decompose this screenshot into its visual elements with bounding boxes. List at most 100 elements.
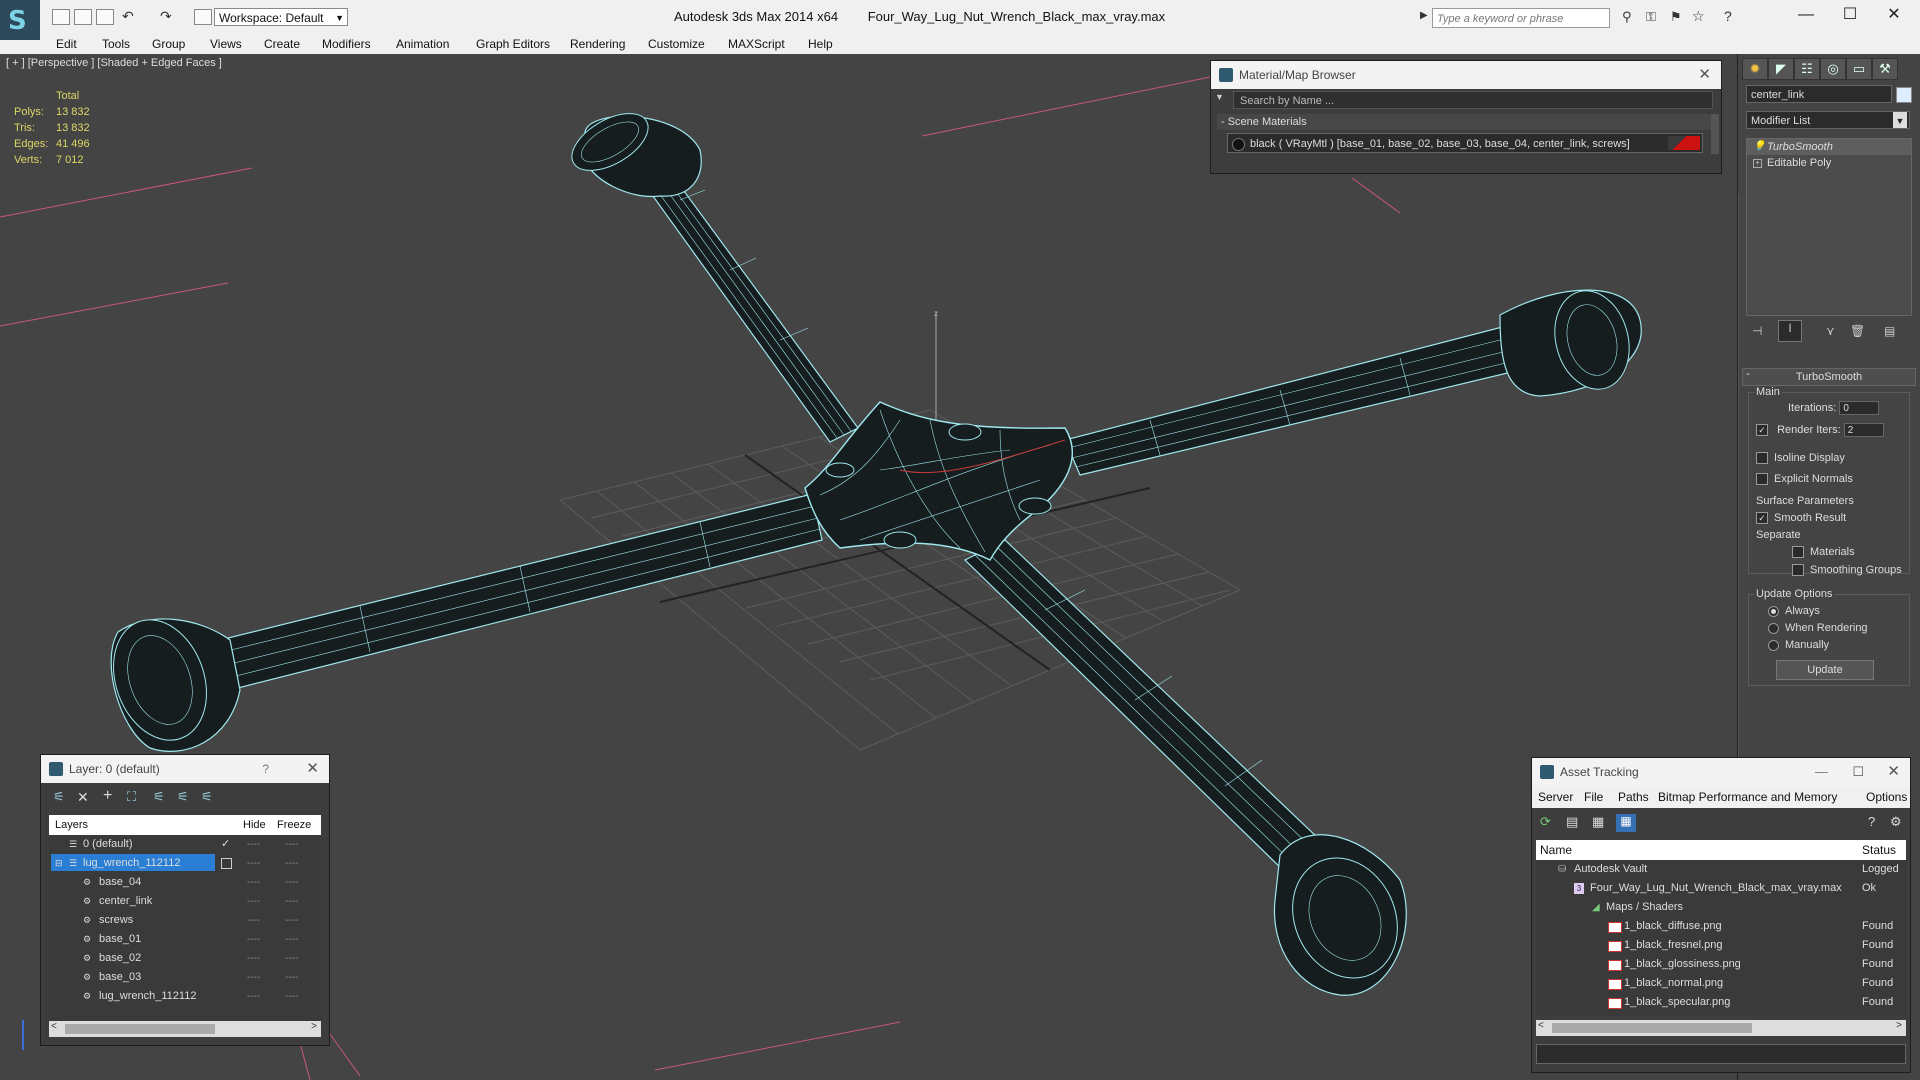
asset-menu-options[interactable]: Options [1866,786,1907,808]
modify-tab-icon[interactable]: ◤ [1768,58,1794,80]
binoculars-icon[interactable]: ⚲ [1622,9,1632,25]
communication-icon[interactable]: ⚑ [1670,9,1682,25]
minimize-icon[interactable]: — [1815,758,1828,786]
maximize-icon[interactable]: ☐ [1852,758,1864,786]
freeze-toggle[interactable]: ---- [285,892,298,911]
undo-icon[interactable]: ↶ [122,8,134,25]
col-freeze[interactable]: Freeze [277,815,311,835]
menu-graph-editors[interactable]: Graph Editors [476,37,550,51]
asset-menu-file[interactable]: File [1584,786,1603,808]
freeze-toggle[interactable]: ---- [285,968,298,987]
asset-row[interactable]: 1_black_diffuse.png Found [1536,917,1906,936]
save-file-icon[interactable] [96,9,114,25]
asset-tracking-titlebar[interactable]: Asset Tracking — ☐ ✕ [1532,758,1910,786]
app-logo[interactable]: S [0,0,40,40]
scene-materials-header[interactable]: - Scene Materials [1217,114,1712,130]
object-name-field[interactable]: center_link [1746,85,1892,103]
asset-menu-bitmap[interactable]: Bitmap Performance and Memory [1658,786,1837,808]
hide-toggle[interactable]: ---- [247,854,260,873]
col-layers[interactable]: Layers [55,815,88,835]
refresh-icon[interactable]: ⟳ [1540,814,1551,830]
freeze-toggle[interactable]: ---- [285,835,298,854]
modifier-list-dropdown[interactable]: Modifier List ▼ [1746,111,1910,129]
menu-maxscript[interactable]: MAXScript [728,37,785,51]
menu-tools[interactable]: Tools [102,37,130,51]
render-iters-spinner[interactable]: 2 [1843,423,1884,437]
close-icon[interactable]: ✕ [1887,758,1900,786]
explicit-normals-checkbox[interactable] [1756,473,1768,486]
hide-toggle[interactable]: ---- [247,930,260,949]
motion-tab-icon[interactable]: ◎ [1820,58,1846,80]
browser-scrollbar[interactable] [1711,114,1719,154]
close-button[interactable]: ✕ [1874,4,1914,28]
asset-menu-server[interactable]: Server [1538,786,1573,808]
asset-row[interactable]: ⛁ Autodesk Vault Logged [1536,860,1906,879]
object-color-swatch[interactable] [1896,87,1912,103]
hide-toggle[interactable]: ---- [247,949,260,968]
menu-modifiers[interactable]: Modifiers [322,37,371,51]
active-layer-check-icon[interactable]: ✓ [221,835,230,854]
make-unique-icon[interactable]: ⋎ [1826,324,1835,338]
hide-toggle[interactable]: ---- [247,911,260,930]
select-objects-icon[interactable]: ⛶ [127,789,136,805]
collapse-minus-icon[interactable]: ⊟ [55,854,63,873]
menu-help[interactable]: Help [808,37,833,51]
search-arrow-icon[interactable]: ▶ [1420,10,1428,21]
asset-row[interactable]: 1_black_specular.png Found [1536,993,1906,1012]
layer-row[interactable]: ⚙ base_03 ---- ---- [49,968,317,987]
smooth-result-checkbox[interactable]: ✓ [1756,512,1768,525]
render-iters-checkbox[interactable]: ✓ [1756,424,1768,436]
redo-icon[interactable]: ↷ [160,8,172,25]
help-icon[interactable]: ? [262,755,269,783]
create-tab-icon[interactable]: ✹ [1742,58,1768,80]
layer-horizontal-scrollbar[interactable]: < > [49,1021,321,1037]
asset-menu-paths[interactable]: Paths [1618,786,1649,808]
hide-toggle[interactable]: ---- [247,968,260,987]
material-entry[interactable]: black ( VRayMtl ) [base_01, base_02, bas… [1227,133,1703,153]
material-search-input[interactable]: Search by Name ... [1233,91,1713,109]
hide-all-icon[interactable]: ⚟ [177,789,189,805]
freeze-toggle[interactable]: ---- [285,873,298,892]
help-icon[interactable]: ? [1868,814,1875,829]
menu-customize[interactable]: Customize [648,37,705,51]
add-selection-icon[interactable]: + [103,787,112,805]
collapse-minus-icon[interactable]: - [1746,368,1750,380]
scroll-thumb[interactable] [1552,1023,1752,1033]
workspace-dropdown[interactable]: Workspace: Default ▼ [214,8,348,26]
open-file-icon[interactable] [74,9,92,25]
col-hide[interactable]: Hide [243,815,266,835]
separate-materials-checkbox[interactable] [1792,546,1804,559]
layer-row[interactable]: ⚙ center_link ---- ---- [49,892,317,911]
favorites-star-icon[interactable]: ☆ [1692,8,1705,25]
show-end-result-icon[interactable]: I [1778,320,1802,342]
menu-rendering[interactable]: Rendering [570,37,625,51]
settings-icon[interactable]: ⚙ [1890,814,1902,830]
list-view-icon[interactable]: ▤ [1566,814,1578,830]
layer-row[interactable]: ⚙ base_01 ---- ---- [49,930,317,949]
current-layer-box[interactable] [221,858,232,869]
layer-row[interactable]: ☰ 0 (default) ✓ ---- ---- [49,835,317,854]
create-layer-icon[interactable]: ⚟ [53,789,65,805]
isoline-checkbox[interactable] [1756,452,1768,465]
asset-row[interactable]: 3 Four_Way_Lug_Nut_Wrench_Black_max_vray… [1536,879,1906,898]
asset-path-field[interactable] [1536,1044,1906,1064]
scroll-left-icon[interactable]: < [51,1021,57,1032]
asset-horizontal-scrollbar[interactable]: < > [1536,1020,1906,1036]
highlight-layer-icon[interactable]: ⚟ [153,789,165,805]
hide-toggle[interactable]: ---- [247,835,260,854]
pin-stack-icon[interactable]: ⊣ [1752,324,1762,338]
search-input[interactable]: Type a keyword or phrase [1432,8,1610,28]
material-browser-titlebar[interactable]: Material/Map Browser ✕ [1211,61,1721,89]
menu-group[interactable]: Group [152,37,185,51]
hide-toggle[interactable]: ---- [247,892,260,911]
delete-layer-icon[interactable]: ✕ [77,789,89,806]
layer-row[interactable]: ⚙ screws ---- ---- [49,911,317,930]
scroll-thumb[interactable] [65,1024,215,1034]
freeze-toggle[interactable]: ---- [285,930,298,949]
maximize-button[interactable]: ☐ [1830,4,1870,28]
col-name[interactable]: Name [1540,840,1572,860]
layer-row[interactable]: ⚙ base_04 ---- ---- [49,873,317,892]
iterations-spinner[interactable]: 0 [1839,401,1880,415]
turbosmooth-rollout-header[interactable]: TurboSmooth [1742,368,1916,386]
lightbulb-icon[interactable]: 💡 [1753,139,1765,155]
